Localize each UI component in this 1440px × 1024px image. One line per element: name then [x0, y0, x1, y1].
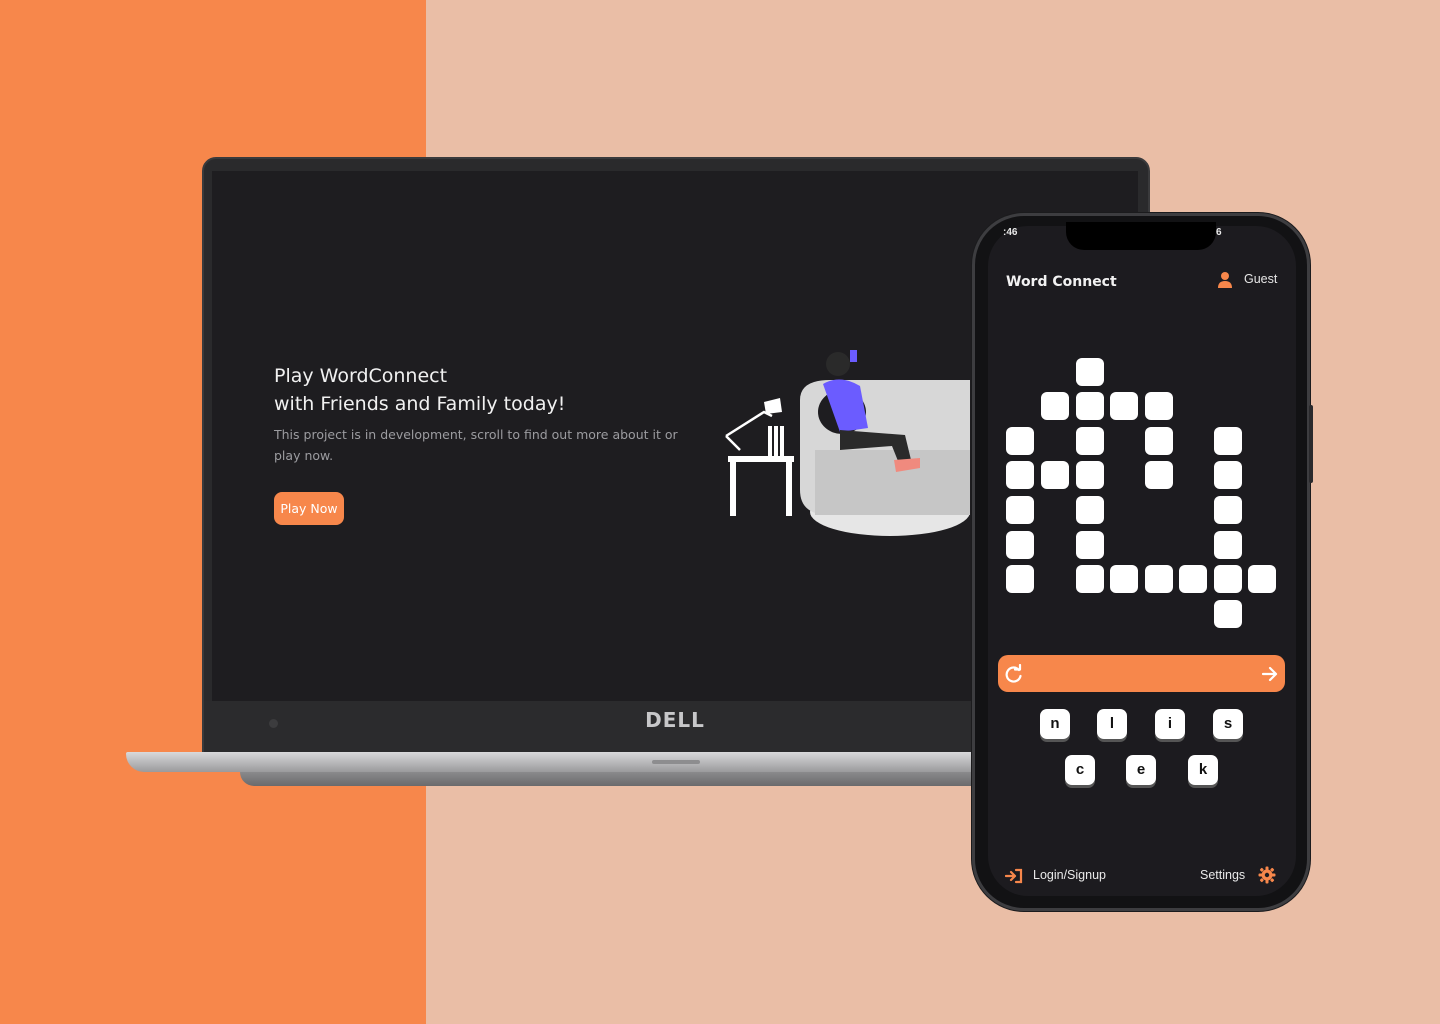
letter-key[interactable]: i [1155, 709, 1185, 739]
status-indicators: 6 [1216, 227, 1222, 238]
crossword-tile [1110, 392, 1138, 420]
letter-key[interactable]: s [1213, 709, 1243, 739]
login-signup-link[interactable]: Login/Signup [1033, 868, 1106, 882]
crossword-tile [1076, 565, 1104, 593]
crossword-tile [1214, 565, 1242, 593]
refresh-icon[interactable] [1004, 664, 1024, 684]
crossword-tile [1076, 358, 1104, 386]
crossword-tile [1041, 461, 1069, 489]
crossword-tile [1214, 600, 1242, 628]
hero-illustration [725, 350, 970, 536]
crossword-tile [1145, 392, 1173, 420]
letter-key[interactable]: c [1065, 755, 1095, 785]
crossword-tile [1006, 427, 1034, 455]
crossword-tile [1076, 531, 1104, 559]
crossword-tile [1214, 496, 1242, 524]
user-label[interactable]: Guest [1244, 272, 1277, 286]
hero-title: Play WordConnect with Friends and Family… [274, 362, 694, 418]
word-input-bar[interactable] [998, 655, 1285, 692]
laptop-base-shadow [240, 772, 1020, 786]
crossword-tile [1145, 461, 1173, 489]
app-title: Word Connect [1006, 274, 1117, 290]
crossword-tile [1076, 427, 1104, 455]
hero-subtitle: This project is in development, scroll t… [274, 427, 678, 463]
crossword-tile [1006, 461, 1034, 489]
crossword-tile [1214, 461, 1242, 489]
laptop-base [126, 752, 1026, 772]
crossword-tile [1041, 392, 1069, 420]
webcam [269, 719, 278, 728]
crossword-tile [1214, 427, 1242, 455]
crossword-tile [1076, 392, 1104, 420]
letter-key[interactable]: k [1188, 755, 1218, 785]
laptop-notch [652, 760, 700, 764]
letter-key[interactable]: n [1040, 709, 1070, 739]
crossword-tile [1006, 565, 1034, 593]
hero-title-line1: Play WordConnect [274, 365, 448, 387]
hero-title-line2: with Friends and Family today! [274, 393, 566, 415]
crossword-tile [1006, 531, 1034, 559]
gear-icon[interactable] [1258, 866, 1276, 884]
user-icon[interactable] [1217, 271, 1233, 289]
crossword-tile [1248, 565, 1276, 593]
crossword-tile [1179, 565, 1207, 593]
settings-link[interactable]: Settings [1200, 868, 1245, 882]
arrow-right-icon[interactable] [1260, 664, 1280, 684]
dynamic-island [1066, 222, 1216, 250]
crossword-tile [1145, 427, 1173, 455]
letter-key[interactable]: l [1097, 709, 1127, 739]
brand-logo: DELL [645, 708, 705, 732]
crossword-tile [1110, 565, 1138, 593]
crossword-tile [1076, 496, 1104, 524]
phone-screen [988, 226, 1296, 896]
status-time: :46 [1003, 227, 1018, 238]
login-icon[interactable] [1005, 868, 1023, 884]
crossword-tile [1076, 461, 1104, 489]
side-button [1309, 405, 1313, 483]
crossword-tile [1006, 496, 1034, 524]
letter-key[interactable]: e [1126, 755, 1156, 785]
crossword-tile [1214, 531, 1242, 559]
crossword-tile [1145, 565, 1173, 593]
play-now-button[interactable]: Play Now [274, 492, 344, 525]
